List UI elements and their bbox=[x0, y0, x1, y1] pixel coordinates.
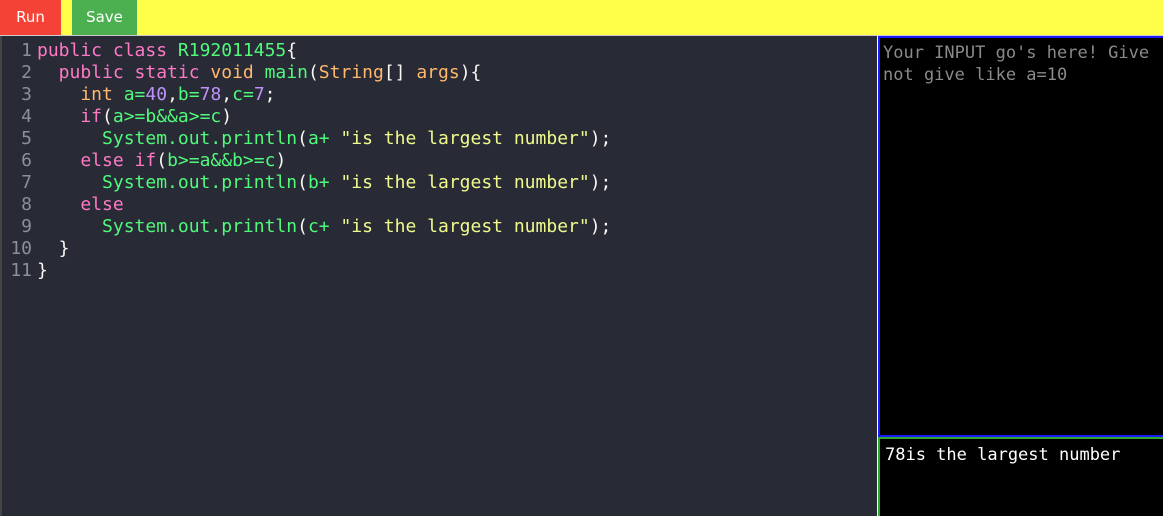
code-token: ) bbox=[275, 150, 287, 171]
code-token: b>=a&&b>=c bbox=[167, 150, 276, 171]
code-token: args bbox=[416, 62, 460, 83]
line-number: 8 bbox=[21, 194, 32, 215]
code-token: else bbox=[37, 194, 124, 215]
code-token: 78 bbox=[199, 84, 222, 105]
code-token: "is the largest number" bbox=[340, 128, 590, 149]
line-number: 1 bbox=[21, 40, 32, 61]
run-button[interactable]: Run bbox=[0, 0, 61, 35]
code-line: 3 int a=40,b=78,c=7; bbox=[2, 84, 276, 106]
line-number: 2 bbox=[21, 62, 32, 83]
code-line: 4 if(a>=b&&a>=c) bbox=[2, 106, 232, 128]
line-number: 7 bbox=[21, 172, 32, 193]
code-token: a+ bbox=[307, 128, 341, 149]
line-number: 6 bbox=[21, 150, 32, 171]
code-line: 9 System.out.println(c+ "is the largest … bbox=[2, 216, 611, 238]
code-token: , bbox=[221, 84, 233, 105]
code-line: 1 public class R192011455{ bbox=[2, 40, 297, 62]
code-line: 8 else bbox=[2, 194, 124, 216]
code-token: [] bbox=[383, 62, 417, 83]
code-token: "is the largest number" bbox=[340, 172, 590, 193]
output-console: 78is the largest number bbox=[878, 437, 1163, 516]
code-line: 6 else if(b>=a&&b>=c) bbox=[2, 150, 286, 172]
code-token: ( bbox=[307, 62, 319, 83]
code-token: ( bbox=[297, 216, 308, 237]
toolbar: Run Save bbox=[0, 0, 1163, 36]
code-token: ){ bbox=[459, 62, 482, 83]
code-token: c= bbox=[232, 84, 254, 105]
stdin-input[interactable]: Your INPUT go's here! Give not give like… bbox=[878, 36, 1163, 437]
code-line: 11} bbox=[2, 260, 48, 282]
code-token: } bbox=[37, 238, 70, 259]
code-token: } bbox=[37, 260, 48, 281]
code-token: c+ bbox=[307, 216, 341, 237]
code-token: ); bbox=[589, 128, 612, 149]
code-token: "is the largest number" bbox=[340, 216, 590, 237]
code-token: ( bbox=[297, 172, 308, 193]
code-token: main bbox=[264, 62, 308, 83]
code-token: ( bbox=[297, 128, 308, 149]
code-token: , bbox=[167, 84, 178, 105]
code-line: 5 System.out.println(a+ "is the largest … bbox=[2, 128, 611, 150]
code-token: void bbox=[210, 62, 265, 83]
code-line: 10 } bbox=[2, 238, 70, 260]
code-editor[interactable]: 1 public class R192011455{2 public static… bbox=[0, 36, 877, 516]
code-token: public static bbox=[37, 62, 211, 83]
code-token: ) bbox=[221, 106, 233, 127]
code-token: b= bbox=[177, 84, 200, 105]
code-token: if bbox=[37, 106, 103, 127]
code-token: else if bbox=[37, 150, 157, 171]
code-token: 40 bbox=[145, 84, 168, 105]
save-button[interactable]: Save bbox=[72, 0, 137, 35]
line-number: 9 bbox=[21, 216, 32, 237]
line-number: 11 bbox=[10, 260, 32, 281]
code-token: ); bbox=[589, 216, 612, 237]
code-token: System.out.println bbox=[37, 128, 298, 149]
code-token: a= bbox=[123, 84, 146, 105]
code-token: public class bbox=[37, 40, 178, 61]
code-token: System.out.println bbox=[37, 216, 298, 237]
code-token: ; bbox=[264, 84, 276, 105]
code-token: ( bbox=[156, 150, 168, 171]
code-token: String bbox=[318, 62, 384, 83]
code-token: int bbox=[37, 84, 124, 105]
code-token: R192011455 bbox=[177, 40, 287, 61]
line-number: 10 bbox=[10, 238, 32, 259]
line-number: 5 bbox=[21, 128, 32, 149]
code-line: 7 System.out.println(b+ "is the largest … bbox=[2, 172, 611, 194]
code-token: a>=b&&a>=c bbox=[112, 106, 222, 127]
code-token: 7 bbox=[253, 84, 265, 105]
code-token: ( bbox=[102, 106, 113, 127]
code-token: b+ bbox=[307, 172, 341, 193]
code-line: 2 public static void main(String[] args)… bbox=[2, 62, 481, 84]
code-token: { bbox=[286, 40, 298, 61]
line-number: 3 bbox=[21, 84, 32, 105]
line-number: 4 bbox=[21, 106, 32, 127]
code-token: ); bbox=[589, 172, 612, 193]
code-token: System.out.println bbox=[37, 172, 298, 193]
